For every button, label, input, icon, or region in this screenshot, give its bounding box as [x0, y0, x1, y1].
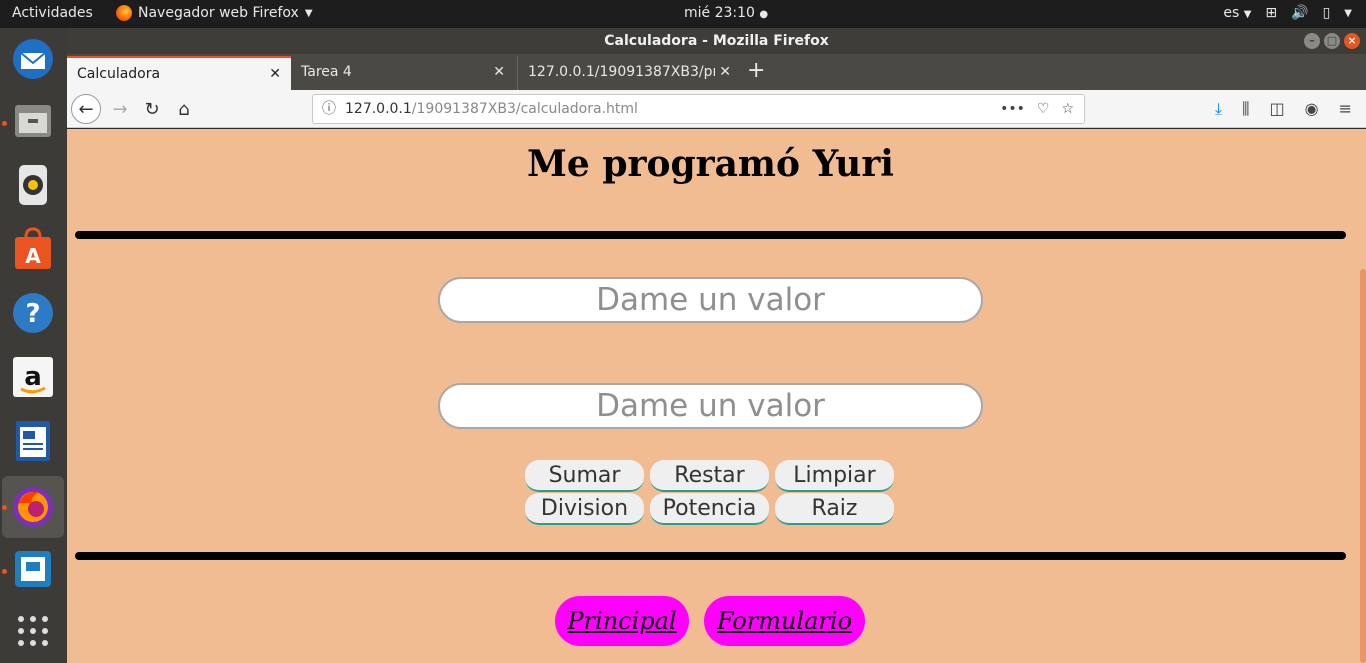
- minimize-icon[interactable]: –: [1304, 33, 1320, 49]
- rhythmbox-icon[interactable]: [8, 160, 58, 210]
- close-tab-icon[interactable]: ✕: [269, 58, 281, 90]
- chevron-down-icon: ▼: [1243, 9, 1252, 20]
- thunderbird-icon[interactable]: [8, 34, 58, 84]
- system-tray[interactable]: es ▼ ⊞ 🔊 ▯ ▼: [1223, 5, 1352, 21]
- home-icon[interactable]: ⌂: [169, 94, 199, 124]
- tab-strip: Calculadora ✕ Tarea 4 ✕ 127.0.0.1/190913…: [67, 54, 1366, 90]
- tab-principal[interactable]: 127.0.0.1/19091387XB3/prin ✕: [517, 56, 741, 90]
- tab-label: Calculadora: [77, 66, 161, 82]
- close-window-icon[interactable]: ×: [1344, 33, 1360, 49]
- files-icon[interactable]: [8, 96, 58, 146]
- hamburger-menu-icon[interactable]: ≡: [1339, 99, 1352, 119]
- activities-button[interactable]: Actividades: [12, 5, 93, 21]
- formulario-link[interactable]: Formulario: [704, 596, 865, 646]
- firefox-icon: [116, 5, 132, 21]
- principal-link[interactable]: Principal: [555, 596, 689, 646]
- volume-icon[interactable]: 🔊: [1291, 5, 1308, 21]
- battery-icon[interactable]: ▯: [1323, 5, 1331, 21]
- limpiar-button[interactable]: Limpiar: [775, 460, 894, 492]
- window-title: Calculadora - Mozilla Firefox: [604, 33, 829, 49]
- svg-text:a: a: [24, 362, 42, 392]
- running-indicator: [2, 569, 7, 574]
- new-tab-icon[interactable]: +: [747, 58, 765, 83]
- firefox-dock-icon[interactable]: [2, 476, 64, 538]
- toolbar-right: ⤓ ⫼ ◫ ◉ ≡: [1215, 99, 1352, 119]
- tab-tarea-4[interactable]: Tarea 4 ✕: [291, 56, 515, 90]
- potencia-button[interactable]: Potencia: [650, 493, 769, 525]
- app-menu[interactable]: Navegador web Firefox ▼: [116, 5, 313, 21]
- url-bar[interactable]: ⓘ 127.0.0.1/19091387XB3/calculadora.html…: [312, 94, 1085, 124]
- value-input-1[interactable]: [438, 277, 983, 323]
- window-controls: – □ ×: [1304, 33, 1360, 49]
- url-actions: ••• ♡ ☆: [1000, 95, 1074, 123]
- reload-icon[interactable]: ↻: [137, 94, 167, 124]
- navigation-toolbar: ← → ↻ ⌂ ⓘ 127.0.0.1/19091387XB3/calculad…: [67, 90, 1366, 128]
- sumar-button[interactable]: Sumar: [525, 460, 644, 492]
- site-info-icon[interactable]: ⓘ: [322, 95, 336, 123]
- close-tab-icon[interactable]: ✕: [715, 56, 731, 88]
- help-icon[interactable]: ?: [8, 288, 58, 338]
- divider-top: [75, 231, 1346, 239]
- url-host: 127.0.0.1: [345, 101, 412, 117]
- chevron-down-icon: ▼: [304, 7, 313, 19]
- page-heading: Me programó Yuri: [527, 143, 894, 185]
- restar-button[interactable]: Restar: [650, 460, 769, 492]
- downloads-icon[interactable]: ⤓: [1215, 99, 1222, 119]
- close-tab-icon[interactable]: ✕: [493, 56, 505, 88]
- page-actions-icon[interactable]: •••: [1000, 95, 1025, 123]
- software-center-icon[interactable]: A: [8, 224, 58, 274]
- tab-label: Tarea 4: [301, 64, 352, 80]
- chevron-down-icon[interactable]: ▼: [1344, 8, 1352, 19]
- tab-calculadora[interactable]: Calculadora ✕: [67, 56, 291, 90]
- language-indicator[interactable]: es ▼: [1223, 5, 1251, 21]
- library-icon[interactable]: ⫼: [1242, 99, 1249, 119]
- raiz-button[interactable]: Raiz: [775, 493, 894, 525]
- bookmark-star-icon[interactable]: ☆: [1061, 95, 1074, 123]
- division-button[interactable]: Division: [525, 493, 644, 525]
- gnome-top-bar: Actividades Navegador web Firefox ▼ mié …: [0, 0, 1366, 28]
- svg-text:?: ?: [25, 299, 40, 329]
- tab-label: 127.0.0.1/19091387XB3/prin: [528, 64, 731, 80]
- account-icon[interactable]: ◉: [1305, 99, 1319, 119]
- amazon-icon[interactable]: a: [8, 352, 58, 402]
- url-path: /19091387XB3/calculadora.html: [411, 101, 638, 117]
- app-menu-label: Navegador web Firefox: [138, 5, 299, 21]
- remote-desktop-icon[interactable]: [8, 544, 58, 594]
- clock[interactable]: mié 23:10 ●: [684, 5, 768, 21]
- page-content: Me programó Yuri Sumar Restar Limpiar Di…: [67, 129, 1366, 663]
- running-indicator: [2, 505, 7, 510]
- forward-arrow-icon[interactable]: →: [105, 94, 135, 124]
- running-indicator: [2, 121, 7, 126]
- ubuntu-dock: A ? a: [0, 28, 67, 663]
- svg-text:A: A: [25, 244, 41, 268]
- libreoffice-writer-icon[interactable]: [8, 416, 58, 466]
- window-titlebar[interactable]: Calculadora - Mozilla Firefox – □ ×: [67, 28, 1366, 54]
- show-applications-icon[interactable]: [8, 606, 58, 656]
- page-scrollbar[interactable]: [1360, 269, 1366, 663]
- back-arrow-icon[interactable]: ←: [71, 94, 101, 124]
- divider-bottom: [75, 552, 1346, 560]
- network-icon[interactable]: ⊞: [1265, 5, 1277, 21]
- value-input-2[interactable]: [438, 383, 983, 429]
- notification-dot-icon: ●: [759, 9, 769, 20]
- pocket-icon[interactable]: ♡: [1037, 95, 1050, 123]
- maximize-icon[interactable]: □: [1324, 33, 1340, 49]
- sidebar-icon[interactable]: ◫: [1270, 99, 1285, 119]
